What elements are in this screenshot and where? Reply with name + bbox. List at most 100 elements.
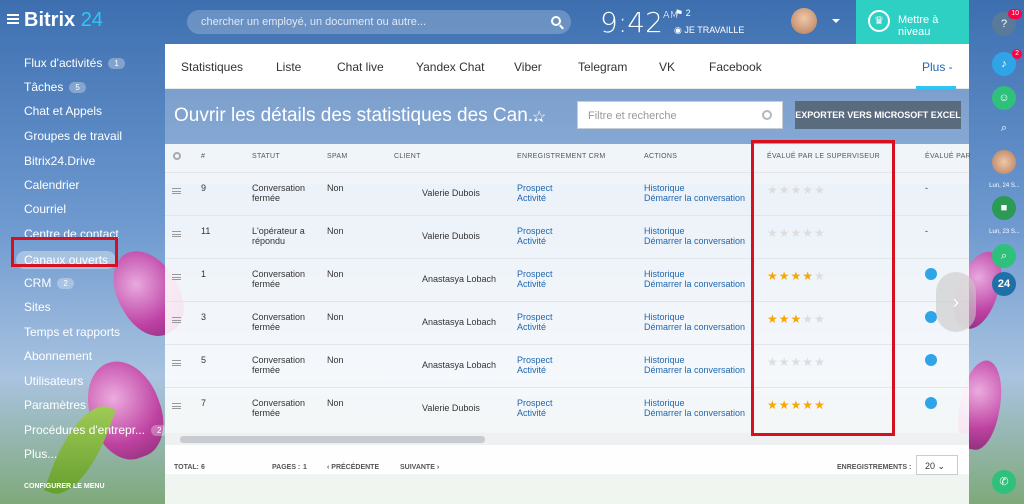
tab[interactable]: Plus - [922, 60, 953, 74]
scrollbar-thumb[interactable] [180, 436, 485, 443]
crm-links[interactable]: Prospect Activité [517, 398, 553, 418]
tab[interactable]: Liste [276, 60, 301, 74]
filter-input[interactable]: Filtre et recherche [577, 101, 783, 129]
action-links[interactable]: Historique Démarrer la conversation [644, 183, 745, 203]
grid-footer: TOTAL: 6 PAGES : 1 ‹ PRÉCÉDENTE SUIVANTE… [165, 445, 969, 504]
crm-links[interactable]: Prospect Activité [517, 355, 553, 375]
tab[interactable]: Yandex Chat [416, 60, 485, 74]
prev-page-link[interactable]: ‹ PRÉCÉDENTE [327, 464, 379, 471]
flag-counter[interactable]: ⚑ 2 [675, 8, 691, 19]
drag-handle-icon[interactable] [172, 360, 181, 366]
sidebar-item[interactable]: Abonnement [24, 349, 92, 363]
crm-links[interactable]: Prospect Activité [517, 312, 553, 332]
status-text: L'opérateur a répondu [252, 226, 305, 246]
chat-icon[interactable]: ☺ [992, 86, 1016, 110]
sidebar-item[interactable]: Paramètres [24, 398, 86, 412]
sidebar-item[interactable]: Bitrix24.Drive [24, 154, 95, 168]
page-size-select[interactable]: 20 ⌄ [916, 455, 958, 475]
configure-menu-link[interactable]: CONFIGURER LE MENU [24, 483, 105, 490]
total-count: TOTAL: 6 [174, 464, 205, 471]
user-avatar[interactable] [791, 8, 817, 34]
count-badge: 5 [69, 82, 86, 94]
thumbs-up-icon [925, 354, 937, 366]
sidebar-item-label: Courriel [24, 202, 67, 216]
drag-handle-icon[interactable] [172, 274, 181, 280]
page-number[interactable]: 1 [303, 464, 307, 471]
drag-handle-icon[interactable] [172, 231, 181, 237]
col-header-crm[interactable]: ENREGISTREMENT CRM [517, 153, 606, 160]
gear-icon[interactable] [173, 152, 181, 160]
spam-value: Non [327, 269, 344, 279]
next-page-link[interactable]: SUIVANTE › [400, 464, 439, 471]
help-icon[interactable]: ? 10 [992, 9, 1022, 36]
sidebar-item[interactable]: Temps et rapports [24, 325, 120, 339]
col-header-spam[interactable]: SPAM [327, 153, 348, 160]
tab[interactable]: Chat live [337, 60, 384, 74]
crm-links[interactable]: Prospect Activité [517, 226, 553, 246]
tab[interactable]: Viber [514, 60, 542, 74]
search-input[interactable]: chercher un employé, un document ou autr… [187, 10, 571, 34]
action-links[interactable]: Historique Démarrer la conversation [644, 398, 745, 418]
row-number: 11 [201, 226, 211, 236]
chevron-down-icon[interactable] [832, 19, 840, 23]
count-badge: 2 [57, 278, 74, 290]
crm-links[interactable]: Prospect Activité [517, 269, 553, 289]
sidebar-item[interactable]: Chat et Appels [24, 104, 102, 118]
sidebar-item[interactable]: CRM 2 [24, 276, 74, 290]
sidebar-item-label: Procédures d'entrepr... [24, 423, 146, 437]
col-header-client-rating[interactable]: ÉVALUÉ PAR [925, 153, 971, 160]
app-logo[interactable]: Bitrix 24 [24, 9, 103, 32]
action-links[interactable]: Historique Démarrer la conversation [644, 312, 745, 332]
chevron-right-icon[interactable]: › [936, 272, 976, 332]
export-excel-button[interactable]: EXPORTER VERS MICROSOFT EXCEL [795, 101, 961, 129]
sidebar-item[interactable]: Tâches 5 [24, 80, 86, 94]
col-header-client[interactable]: CLIENT [394, 153, 421, 160]
client-name: Valerie Dubois [422, 231, 480, 241]
col-header-num[interactable]: # [201, 153, 205, 160]
upgrade-button[interactable]: ♛ Mettre à niveau [856, 0, 969, 44]
row-number: 9 [201, 183, 207, 193]
menu-burger-icon[interactable] [7, 14, 19, 24]
contact-date: Lun, 24 S... [989, 183, 1020, 189]
search-icon[interactable] [551, 16, 561, 26]
tab[interactable]: Telegram [578, 60, 627, 74]
favorite-star-icon[interactable]: ☆ [532, 107, 546, 127]
col-header-actions[interactable]: ACTIONS [644, 153, 677, 160]
tab[interactable]: VK [659, 60, 675, 74]
sidebar-item[interactable]: Utilisateurs [24, 374, 83, 388]
drag-handle-icon[interactable] [172, 188, 181, 194]
search-icon[interactable] [762, 110, 772, 120]
drag-handle-icon[interactable] [172, 403, 181, 409]
pages-label: PAGES : [272, 464, 301, 471]
action-links[interactable]: Historique Démarrer la conversation [644, 355, 745, 375]
sidebar-item[interactable]: Plus... [24, 447, 57, 461]
sidebar-item[interactable]: Courriel [24, 202, 66, 216]
sidebar-item-label: Tâches [24, 80, 64, 94]
row-number: 5 [201, 355, 207, 365]
client-rating: - [925, 226, 928, 236]
tab[interactable]: Statistiques [181, 60, 243, 74]
tab[interactable]: Facebook [709, 60, 762, 74]
open-lines-icon[interactable]: ⌕ [992, 244, 1016, 268]
sidebar-item[interactable]: Calendrier [24, 178, 79, 192]
right-rail: ? 10 ♪ 2 ☺ ⌕ Lun, 24 S... ■ Lun, 23 S... ⌕… [985, 0, 1024, 504]
clock: 9:42AM [600, 6, 679, 39]
action-links[interactable]: Historique Démarrer la conversation [644, 226, 745, 246]
sidebar-item-label: Sites [24, 300, 51, 314]
sidebar-item-label: Utilisateurs [24, 374, 84, 388]
sidebar-item[interactable]: Flux d'activités 1 [24, 56, 125, 70]
action-links[interactable]: Historique Démarrer la conversation [644, 269, 745, 289]
bell-icon[interactable]: ♪ 2 [992, 49, 1022, 76]
col-header-status[interactable]: STATUT [252, 153, 280, 160]
drag-handle-icon[interactable] [172, 317, 181, 323]
search-icon[interactable]: ⌕ [992, 116, 1016, 140]
sidebar-item[interactable]: Sites [24, 300, 51, 314]
sidebar-item[interactable]: Procédures d'entrepr... 2 [24, 423, 168, 437]
contact-avatar[interactable] [992, 150, 1016, 174]
crm-links[interactable]: Prospect Activité [517, 183, 553, 203]
phone-icon[interactable]: ✆ [992, 470, 1016, 494]
contact-avatar[interactable]: ■ [992, 196, 1016, 220]
work-status[interactable]: ◉ JE TRAVAILLE [674, 25, 744, 36]
sidebar-item[interactable]: Groupes de travail [24, 129, 122, 143]
b24-icon[interactable]: 24 [992, 272, 1016, 296]
